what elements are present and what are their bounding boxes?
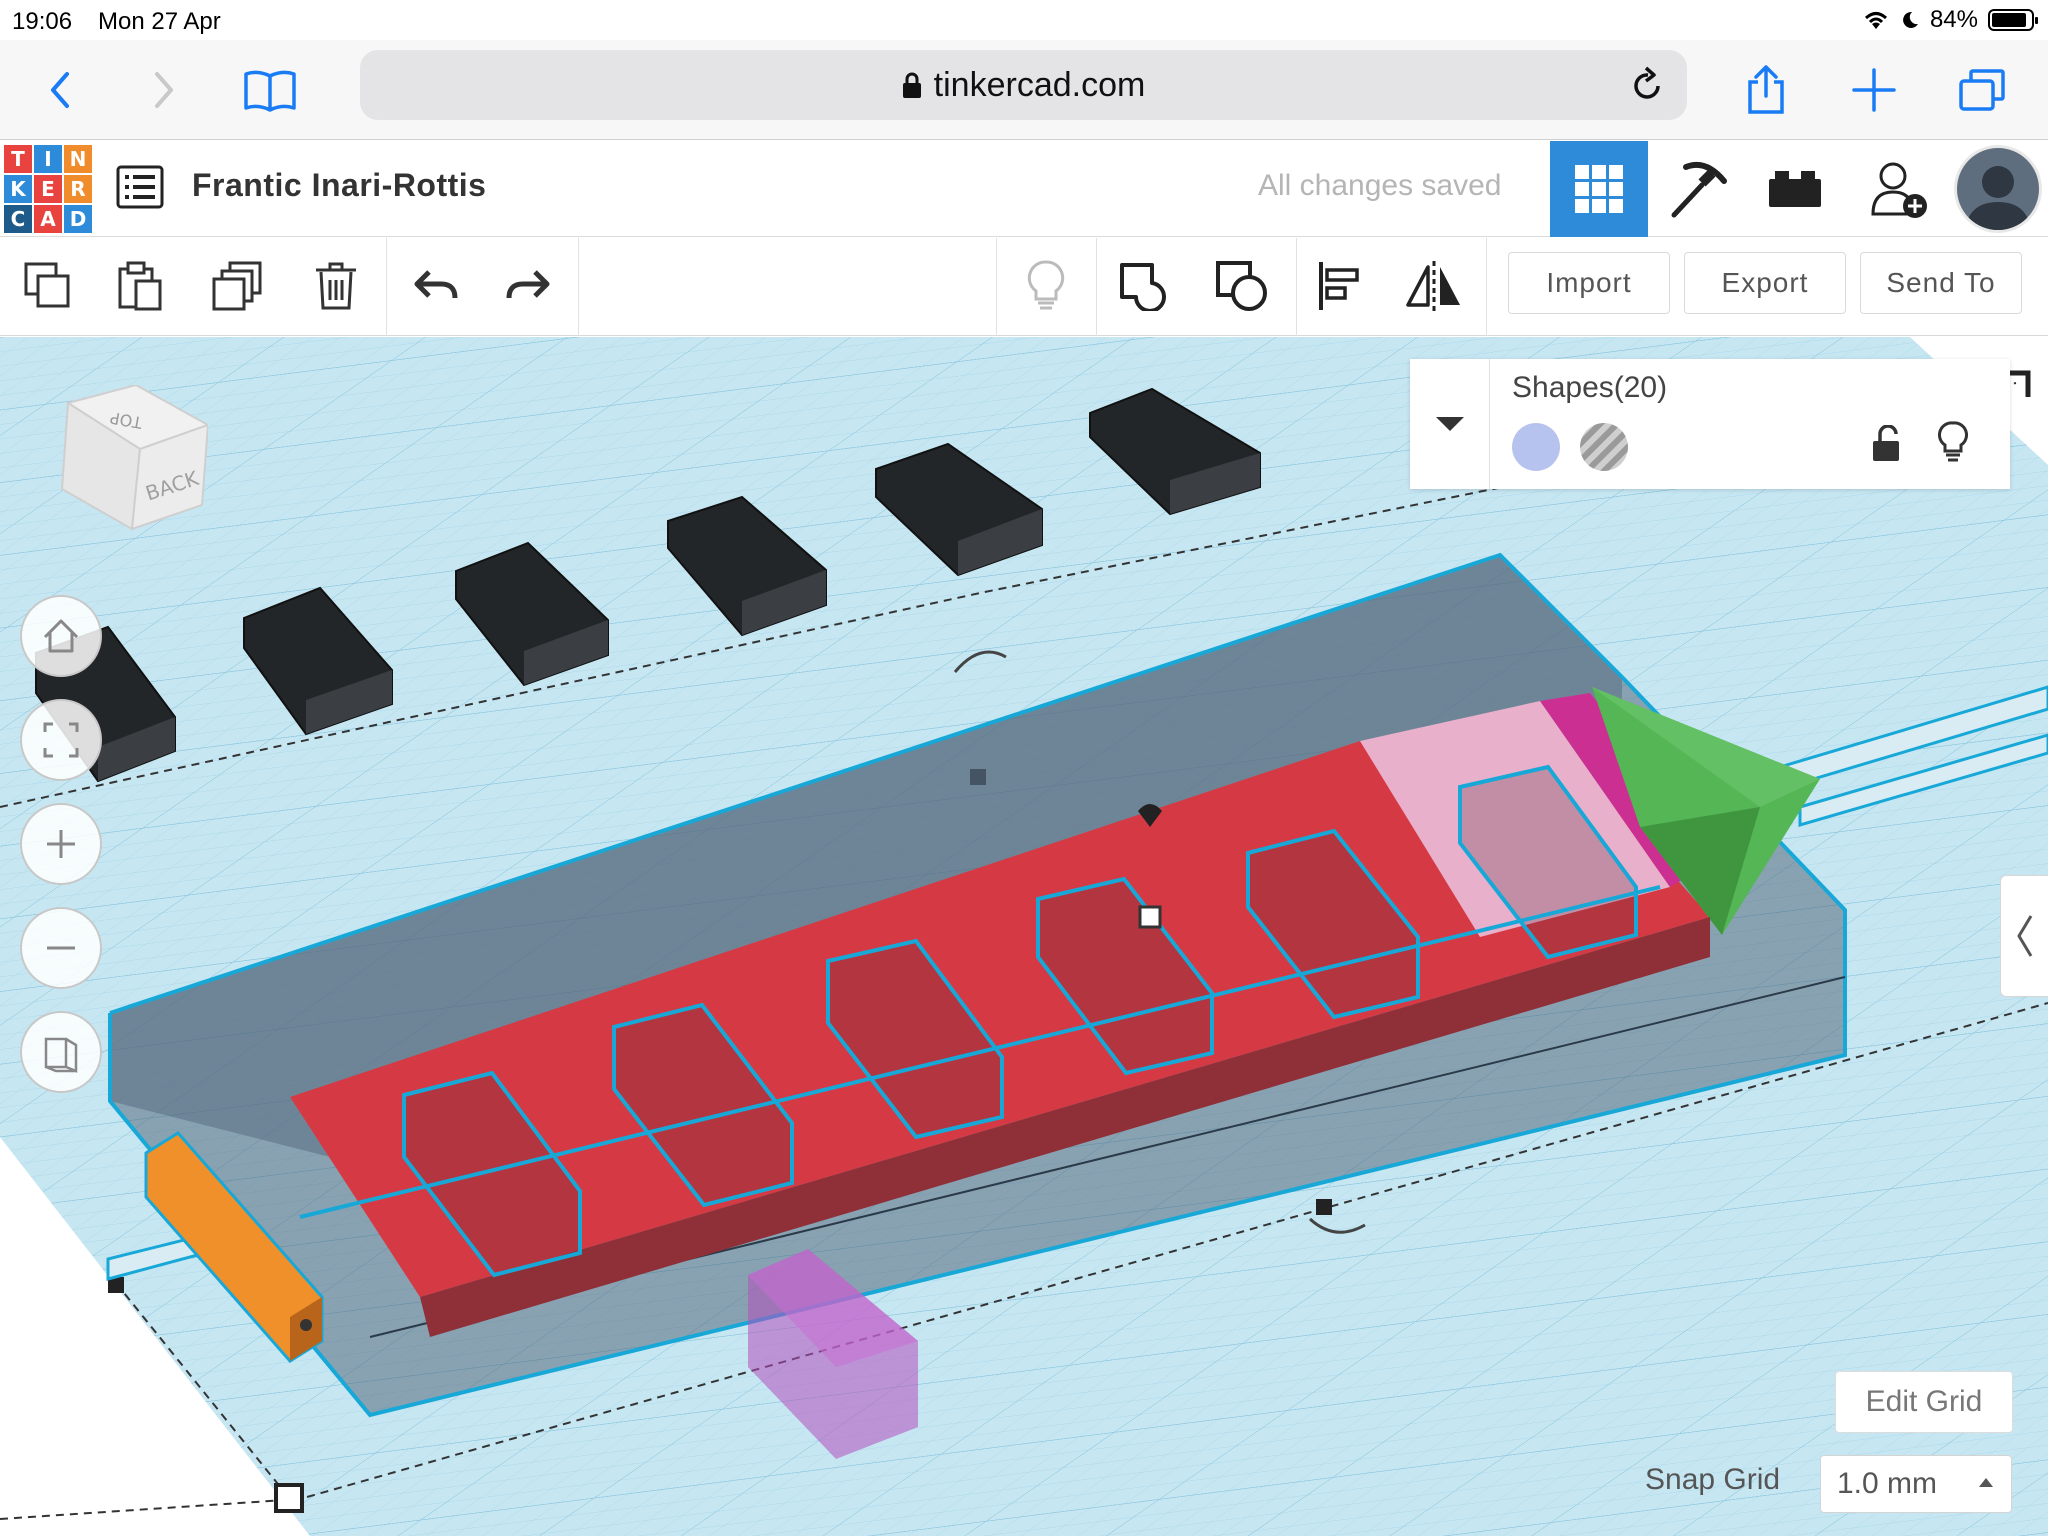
- edit-toolbar: Import Export Send To: [0, 238, 2048, 336]
- design-list-icon[interactable]: [116, 165, 164, 209]
- logo-letter: T: [4, 145, 32, 173]
- import-button[interactable]: Import: [1508, 252, 1670, 314]
- show-hidden-icon[interactable]: [1016, 256, 1076, 316]
- logo-letter: I: [34, 145, 62, 173]
- bricks-tab[interactable]: [1746, 141, 1844, 237]
- ios-status-bar: 19:06 Mon 27 Apr 84%: [0, 0, 2048, 40]
- home-view-button[interactable]: [20, 595, 102, 677]
- pickaxe-icon: [1671, 161, 1727, 218]
- battery-icon: [1988, 9, 2038, 31]
- tinkercad-logo[interactable]: TIN KER CAD: [4, 145, 92, 233]
- reload-icon[interactable]: [1631, 64, 1665, 113]
- url-bar[interactable]: tinkercad.com: [360, 50, 1687, 120]
- 3d-scene[interactable]: [0, 337, 2048, 1536]
- caret-down-icon: [1435, 417, 1464, 431]
- logo-letter: K: [4, 175, 32, 203]
- send-to-button[interactable]: Send To: [1860, 252, 2022, 314]
- undo-icon[interactable]: [406, 256, 466, 316]
- solid-color-swatch[interactable]: [1512, 423, 1560, 471]
- 3d-design-tab[interactable]: [1550, 141, 1648, 237]
- moon-icon: [1903, 11, 1918, 28]
- logo-letter: A: [34, 205, 62, 233]
- invite-user-button[interactable]: [1850, 141, 1948, 237]
- inspector-title: Shapes(20): [1512, 371, 1668, 404]
- view-cube[interactable]: TOP BACK: [48, 383, 211, 550]
- fit-icon: [43, 722, 79, 758]
- ungroup-icon[interactable]: [1212, 256, 1272, 316]
- corner-handle-bottom[interactable]: [274, 1483, 304, 1513]
- wifi-icon: [1864, 12, 1887, 29]
- brick-icon: [1769, 171, 1821, 207]
- bookmarks-icon[interactable]: [238, 58, 302, 122]
- snap-grid-select[interactable]: 1.0 mm: [1820, 1455, 2012, 1513]
- snap-grid-label: Snap Grid: [1645, 1463, 1781, 1496]
- logo-letter: C: [4, 205, 32, 233]
- app-header: TIN KER CAD Frantic Inari-Rottis All chang…: [0, 141, 2048, 237]
- mirror-icon[interactable]: [1404, 256, 1464, 316]
- lift-handle[interactable]: [1138, 905, 1162, 929]
- shape-inspector: Shapes(20): [1410, 359, 2010, 489]
- url-text: tinkercad.com: [933, 65, 1146, 104]
- workplane-canvas[interactable]: TOP BACK Shapes(20) Edit Grid Snap Grid …: [0, 337, 2048, 1536]
- zoom-in-button[interactable]: [20, 803, 102, 885]
- export-button[interactable]: Export: [1684, 252, 1846, 314]
- back-icon[interactable]: [28, 58, 92, 122]
- grid-view-icon: [1575, 165, 1623, 213]
- battery-percent: 84%: [1929, 6, 1978, 33]
- logo-letter: D: [64, 205, 92, 233]
- share-icon[interactable]: [1734, 58, 1798, 122]
- unlock-icon[interactable]: [1870, 424, 1904, 468]
- design-title[interactable]: Frantic Inari-Rottis: [192, 167, 486, 204]
- collapse-inspector-button[interactable]: [1410, 359, 1490, 489]
- minus-icon: [47, 946, 75, 950]
- plus-icon: [47, 830, 75, 858]
- chevron-left-icon: [2016, 915, 2032, 957]
- copy-icon[interactable]: [18, 256, 78, 316]
- logo-letter: E: [34, 175, 62, 203]
- hole-swatch[interactable]: [1580, 423, 1628, 471]
- home-icon: [43, 619, 79, 653]
- fit-view-button[interactable]: [20, 699, 102, 781]
- status-date: Mon 27 Apr: [98, 8, 221, 35]
- visibility-bulb-icon[interactable]: [1938, 421, 1968, 470]
- zoom-out-button[interactable]: [20, 907, 102, 989]
- tabs-icon[interactable]: [1950, 58, 2014, 122]
- lock-icon: [902, 71, 922, 99]
- logo-letter: N: [64, 145, 92, 173]
- status-indicators: 84%: [1862, 6, 2038, 34]
- forward-icon[interactable]: [132, 58, 196, 122]
- add-user-icon: [1871, 162, 1927, 218]
- status-time: 19:06: [12, 8, 73, 35]
- paste-icon[interactable]: [110, 256, 170, 316]
- snap-grid-value: 1.0 mm: [1837, 1467, 1938, 1500]
- shapes-panel-toggle[interactable]: [2000, 875, 2048, 997]
- user-avatar[interactable]: [1954, 145, 2042, 233]
- group-icon[interactable]: [1114, 256, 1174, 316]
- logo-letter: R: [64, 175, 92, 203]
- align-icon[interactable]: [1310, 256, 1370, 316]
- duplicate-icon[interactable]: [208, 256, 268, 316]
- edit-grid-button[interactable]: Edit Grid: [1835, 1371, 2013, 1433]
- caret-up-icon: [1979, 1478, 1993, 1487]
- redo-icon[interactable]: [498, 256, 558, 316]
- delete-icon[interactable]: [306, 256, 366, 316]
- ortho-view-button[interactable]: [20, 1011, 102, 1093]
- new-tab-icon[interactable]: [1842, 58, 1906, 122]
- browser-toolbar: tinkercad.com: [0, 40, 2048, 140]
- blocks-tab[interactable]: [1648, 141, 1746, 237]
- perspective-icon: [44, 1037, 78, 1073]
- save-status: All changes saved: [1258, 169, 1502, 202]
